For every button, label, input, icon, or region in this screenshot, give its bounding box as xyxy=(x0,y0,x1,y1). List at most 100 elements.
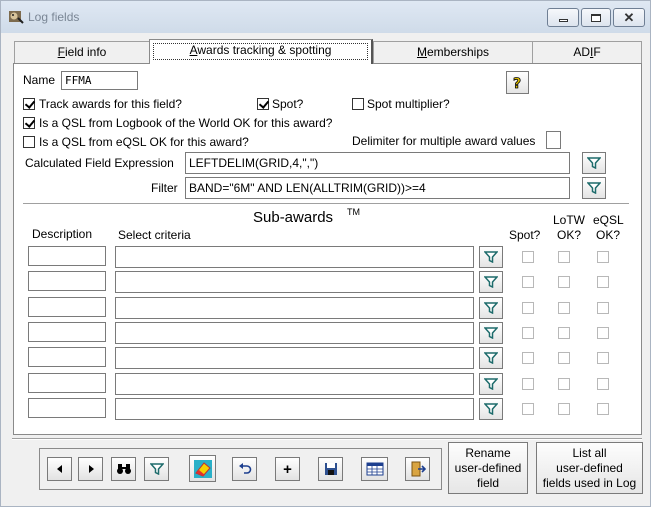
subaward-lotw-checkbox[interactable] xyxy=(558,302,570,314)
subawards-title: Sub-awards xyxy=(253,209,334,226)
exit-button[interactable] xyxy=(405,457,430,481)
subaward-criteria-input[interactable] xyxy=(115,271,474,293)
subaward-filter-button[interactable] xyxy=(479,373,503,395)
funnel-icon xyxy=(587,182,601,194)
filter-input[interactable]: BAND="6M" AND LEN(ALLTRIM(GRID))>=4 xyxy=(185,177,570,199)
subaward-eqsl-checkbox[interactable] xyxy=(597,352,609,364)
subaward-criteria-input[interactable] xyxy=(115,322,474,344)
subaward-description-input[interactable] xyxy=(28,347,106,367)
tab-field-info[interactable]: Field info xyxy=(14,41,150,64)
funnel-icon xyxy=(484,276,498,288)
subaward-spot-checkbox[interactable] xyxy=(522,378,534,390)
subaward-spot-checkbox[interactable] xyxy=(522,403,534,415)
col-criteria-header: Select criteria xyxy=(118,228,191,242)
subaward-description-input[interactable] xyxy=(28,373,106,393)
subaward-eqsl-checkbox[interactable] xyxy=(597,327,609,339)
arrow-right-icon xyxy=(88,465,94,473)
tab-adif[interactable]: ADIF xyxy=(532,41,642,64)
browse-button[interactable] xyxy=(361,457,388,481)
subaward-description-input[interactable] xyxy=(28,398,106,418)
subaward-criteria-input[interactable] xyxy=(115,297,474,319)
subaward-eqsl-checkbox[interactable] xyxy=(597,302,609,314)
tab-memberships[interactable]: Memberships xyxy=(373,41,533,64)
next-record-button[interactable] xyxy=(78,457,103,481)
subaward-description-input[interactable] xyxy=(28,246,106,266)
eqsl-ok-label: Is a QSL from eQSL OK for this award? xyxy=(39,135,249,149)
col-spot-header: Spot? xyxy=(509,228,541,242)
close-button[interactable]: ✕ xyxy=(613,8,645,27)
lotw-ok-label: Is a QSL from Logbook of the World OK fo… xyxy=(39,116,333,130)
lotw-ok-checkbox[interactable] xyxy=(23,117,35,129)
subaward-lotw-checkbox[interactable] xyxy=(558,352,570,364)
bottom-separator xyxy=(12,438,642,440)
list-all-fields-button[interactable]: List all user-defined fields used in Log xyxy=(536,442,643,494)
subaward-criteria-input[interactable] xyxy=(115,246,474,268)
calc-expression-filter-button[interactable] xyxy=(582,152,606,174)
find-button[interactable] xyxy=(111,457,136,481)
subaward-eqsl-checkbox[interactable] xyxy=(597,403,609,415)
subaward-filter-button[interactable] xyxy=(479,398,503,420)
subaward-description-input[interactable] xyxy=(28,297,106,317)
subaward-description-input[interactable] xyxy=(28,322,106,342)
funnel-icon xyxy=(484,251,498,263)
tab-label: Field info xyxy=(57,45,107,59)
subaward-lotw-checkbox[interactable] xyxy=(558,327,570,339)
calc-expression-label: Calculated Field Expression xyxy=(25,156,174,170)
subaward-lotw-checkbox[interactable] xyxy=(558,378,570,390)
filter-label: Filter xyxy=(151,181,178,195)
subaward-criteria-input[interactable] xyxy=(115,347,474,369)
tab-label: Memberships xyxy=(416,45,490,59)
delimiter-input[interactable] xyxy=(546,131,561,149)
maximize-icon xyxy=(591,13,601,22)
filter-records-button[interactable] xyxy=(144,457,169,481)
subaward-filter-button[interactable] xyxy=(479,347,503,369)
spot-multiplier-checkbox[interactable] xyxy=(352,98,364,110)
track-awards-checkbox[interactable] xyxy=(23,98,35,110)
subaward-description-input[interactable] xyxy=(28,271,106,291)
subaward-lotw-checkbox[interactable] xyxy=(558,251,570,263)
tab-focus-rect xyxy=(153,43,368,60)
spot-checkbox[interactable] xyxy=(257,98,269,110)
maximize-button[interactable] xyxy=(581,8,611,27)
prev-record-button[interactable] xyxy=(47,457,72,481)
subaward-filter-button[interactable] xyxy=(479,322,503,344)
plus-icon: + xyxy=(283,460,292,478)
filter-button[interactable] xyxy=(582,177,606,199)
clear-button[interactable] xyxy=(189,455,216,482)
subaward-eqsl-checkbox[interactable] xyxy=(597,378,609,390)
subaward-spot-checkbox[interactable] xyxy=(522,302,534,314)
delimiter-label: Delimiter for multiple award values xyxy=(352,134,536,148)
subaward-eqsl-checkbox[interactable] xyxy=(597,276,609,288)
undo-button[interactable] xyxy=(232,457,257,481)
spot-multiplier-label: Spot multiplier? xyxy=(367,97,450,111)
title-bar[interactable]: Log fields ✕ xyxy=(1,1,650,33)
col-eqsl-header: eQSL xyxy=(593,213,624,227)
subaward-spot-checkbox[interactable] xyxy=(522,327,534,339)
subaward-filter-button[interactable] xyxy=(479,246,503,268)
list-all-fields-label: List all user-defined fields used in Log xyxy=(542,445,637,490)
table-icon xyxy=(366,462,383,476)
subaward-eqsl-checkbox[interactable] xyxy=(597,251,609,263)
rename-field-label: Rename user-defined field xyxy=(454,445,522,490)
save-button[interactable] xyxy=(318,457,343,481)
funnel-icon xyxy=(484,327,498,339)
calc-expression-input[interactable]: LEFTDELIM(GRID,4,",") xyxy=(185,152,570,174)
subaward-criteria-input[interactable] xyxy=(115,373,474,395)
subaward-filter-button[interactable] xyxy=(479,297,503,319)
subaward-spot-checkbox[interactable] xyxy=(522,352,534,364)
undo-icon xyxy=(238,463,251,474)
subaward-spot-checkbox[interactable] xyxy=(522,276,534,288)
add-record-button[interactable]: + xyxy=(275,457,300,481)
subaward-criteria-input[interactable] xyxy=(115,398,474,420)
subaward-spot-checkbox[interactable] xyxy=(522,251,534,263)
subaward-lotw-checkbox[interactable] xyxy=(558,403,570,415)
rename-field-button[interactable]: Rename user-defined field xyxy=(448,442,528,494)
name-input[interactable]: FFMA xyxy=(61,71,138,90)
subaward-filter-button[interactable] xyxy=(479,271,503,293)
subaward-lotw-checkbox[interactable] xyxy=(558,276,570,288)
close-icon: ✕ xyxy=(623,10,635,25)
funnel-icon xyxy=(484,378,498,390)
eqsl-ok-checkbox[interactable] xyxy=(23,136,35,148)
minimize-button[interactable] xyxy=(547,8,579,27)
help-button[interactable]: ? xyxy=(506,71,529,94)
